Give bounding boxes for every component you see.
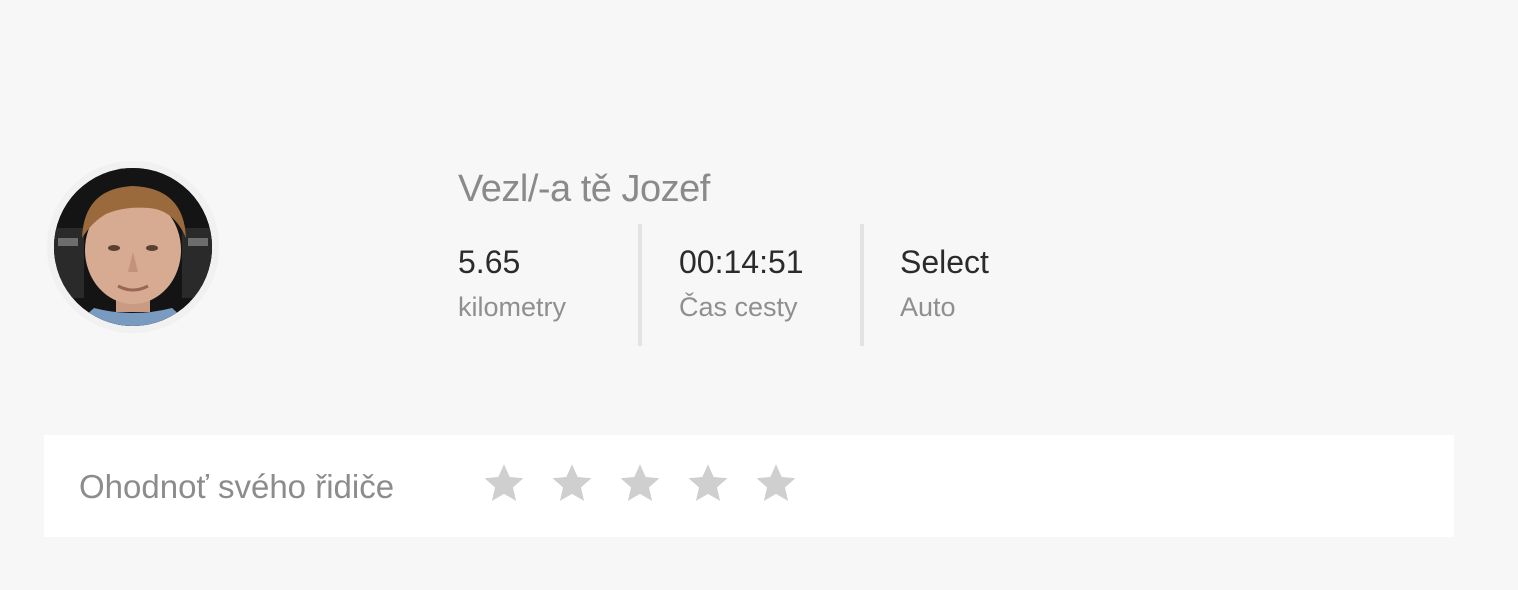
- stat-divider: [638, 224, 642, 346]
- stat-car: Select Auto: [900, 224, 1060, 346]
- driver-title: Vezl/-a tě Jozef: [458, 168, 710, 210]
- stat-distance-label: kilometry: [458, 292, 567, 322]
- stat-car-label: Auto: [900, 292, 956, 322]
- driver-avatar: [48, 162, 218, 332]
- rating-stars: [482, 461, 822, 505]
- star-icon[interactable]: [550, 461, 594, 505]
- stat-duration-value: 00:14:51: [679, 244, 804, 280]
- stat-duration-label: Čas cesty: [679, 292, 798, 322]
- star-icon[interactable]: [482, 461, 526, 505]
- driver-photo: [54, 168, 212, 326]
- star-icon[interactable]: [686, 461, 730, 505]
- stat-distance: 5.65 kilometry: [458, 224, 638, 346]
- stat-distance-value: 5.65: [458, 244, 521, 280]
- stat-divider: [860, 224, 864, 346]
- stat-car-value: Select: [900, 244, 989, 280]
- star-icon[interactable]: [618, 461, 662, 505]
- trip-summary: Vezl/-a tě Jozef 5.65 kilometry 00:14:51…: [0, 0, 1518, 590]
- trip-stats: 5.65 kilometry 00:14:51 Čas cesty Select…: [458, 224, 1060, 346]
- star-icon[interactable]: [754, 461, 798, 505]
- rating-label: Ohodnoť svého řidiče: [79, 468, 395, 505]
- rating-bar: Ohodnoť svého řidiče: [44, 435, 1454, 537]
- stat-duration: 00:14:51 Čas cesty: [679, 224, 860, 346]
